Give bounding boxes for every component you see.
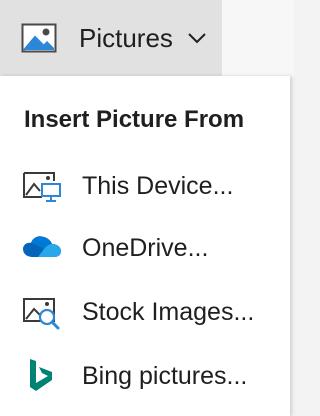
menu-item-this-device[interactable]: This Device... (0, 158, 290, 214)
menu-heading: Insert Picture From (24, 106, 245, 133)
ribbon-area (222, 0, 294, 76)
picture-icon (21, 23, 57, 53)
menu-item-label: OneDrive... (82, 233, 209, 262)
pictures-button-label: Pictures (79, 23, 173, 53)
menu-item-label: Bing pictures... (82, 361, 248, 390)
bing-logo-icon (20, 357, 64, 395)
this-device-icon (20, 167, 64, 205)
menu-item-bing-pictures[interactable]: Bing pictures... (0, 348, 290, 404)
onedrive-cloud-icon (20, 229, 64, 267)
pictures-button[interactable]: Pictures (0, 0, 222, 76)
menu-item-stock-images[interactable]: Stock Images... (0, 284, 290, 340)
chevron-down-icon[interactable] (187, 31, 207, 45)
stock-images-icon (20, 293, 64, 331)
menu-item-onedrive[interactable]: OneDrive... (0, 220, 290, 276)
menu-item-label: This Device... (82, 171, 234, 200)
menu-item-label: Stock Images... (82, 297, 255, 326)
insert-picture-menu: Insert Picture From This Device... OneDr… (0, 76, 290, 416)
